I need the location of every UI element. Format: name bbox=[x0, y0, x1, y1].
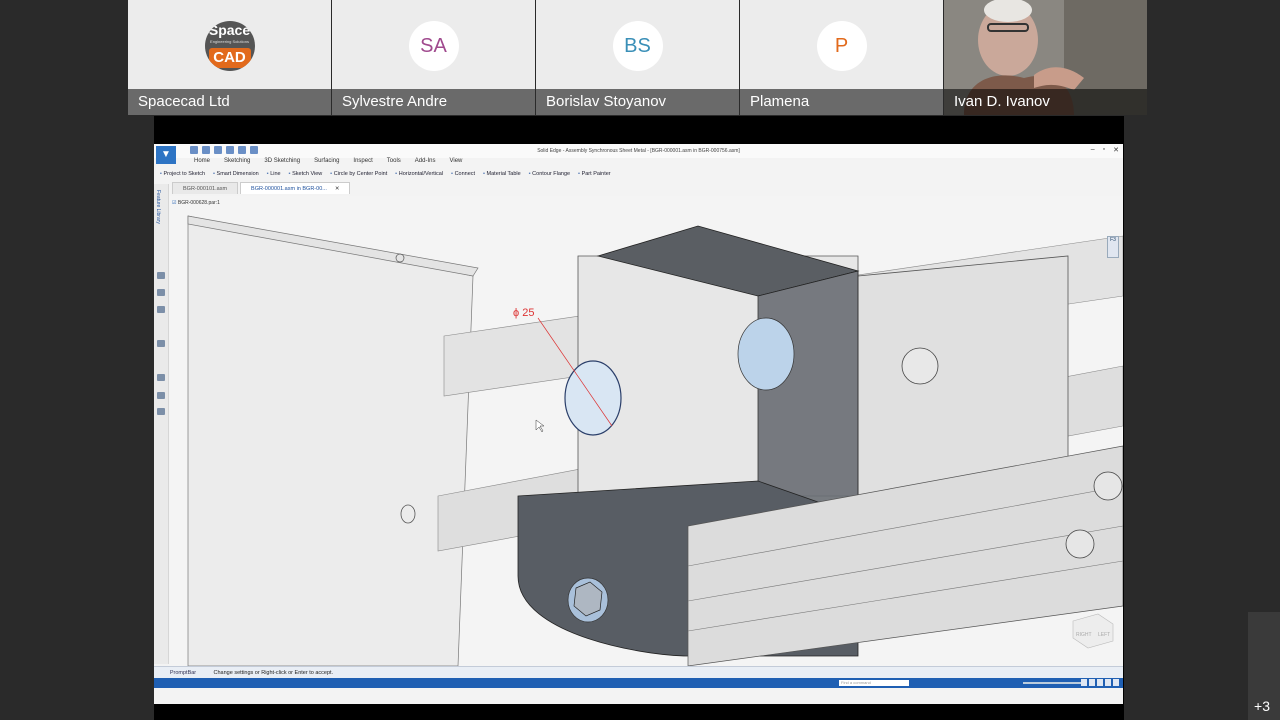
connect-button[interactable]: Connect bbox=[451, 171, 476, 177]
save-icon[interactable] bbox=[214, 146, 222, 154]
maximize-icon[interactable]: ▫ bbox=[1103, 146, 1105, 154]
dimension-label[interactable]: ϕ 25 bbox=[513, 307, 534, 319]
tab-3d-sketching[interactable]: 3D Sketching bbox=[264, 158, 300, 164]
window-controls: – ▫ ✕ bbox=[1091, 146, 1119, 154]
material-table-button[interactable]: Material Table bbox=[483, 171, 521, 177]
open-icon[interactable] bbox=[202, 146, 210, 154]
prompt-text: Change settings or Right-click or Enter … bbox=[213, 670, 334, 676]
redo-icon[interactable] bbox=[238, 146, 246, 154]
status-bar: Find a command bbox=[154, 678, 1123, 688]
window-title: Solid Edge - Assembly Synchronous Sheet … bbox=[154, 144, 1123, 158]
contour-flange-button[interactable]: Contour Flange bbox=[529, 171, 570, 177]
participant-tile-sylvestre[interactable]: SA Sylvestre Andre bbox=[332, 0, 535, 115]
tab-sketching[interactable]: Sketching bbox=[224, 158, 250, 164]
participant-name: Sylvestre Andre bbox=[332, 89, 535, 115]
tab-view[interactable]: View bbox=[449, 158, 462, 164]
assembly-model: RIGHT LEFT ϕ 25 bbox=[168, 196, 1123, 667]
participant-name: Ivan D. Ivanov bbox=[944, 89, 1147, 115]
command-bar: Project to Sketch Smart Dimension Line S… bbox=[160, 171, 611, 177]
participant-name: Plamena bbox=[740, 89, 943, 115]
zoom-slider[interactable] bbox=[1023, 682, 1083, 684]
view-cube-right-label[interactable]: RIGHT bbox=[1076, 632, 1092, 638]
view-icon[interactable] bbox=[1113, 679, 1119, 686]
tree-item[interactable]: BGR-000628.par:1 bbox=[172, 200, 220, 206]
tab-surfacing[interactable]: Surfacing bbox=[314, 158, 339, 164]
tool-icon[interactable] bbox=[157, 392, 165, 399]
solid-edge-window: Solid Edge - Assembly Synchronous Sheet … bbox=[154, 144, 1123, 704]
avatar: SA bbox=[408, 21, 459, 71]
feature-library-label[interactable]: Feature Library bbox=[155, 190, 161, 224]
participant-name: Spacecad Ltd bbox=[128, 89, 331, 115]
left-toolbar: Feature Library bbox=[154, 184, 169, 664]
tool-icon[interactable] bbox=[157, 340, 165, 347]
close-tab-icon[interactable]: ✕ bbox=[335, 186, 340, 192]
tool-icon[interactable] bbox=[157, 272, 165, 279]
close-icon[interactable]: ✕ bbox=[1113, 146, 1119, 154]
tool-icon[interactable] bbox=[157, 408, 165, 415]
project-to-sketch-button[interactable]: Project to Sketch bbox=[160, 171, 205, 177]
application-button[interactable]: ▼ bbox=[156, 146, 176, 164]
undo-icon[interactable] bbox=[226, 146, 234, 154]
shared-screen: Solid Edge - Assembly Synchronous Sheet … bbox=[154, 116, 1124, 720]
document-tabs: BGR-000101.asm BGR-000001.asm in BGR-00.… bbox=[172, 182, 352, 194]
more-participants-count[interactable]: +3 bbox=[1254, 698, 1270, 714]
tool-icon[interactable] bbox=[157, 289, 165, 296]
command-search-input[interactable]: Find a command bbox=[839, 680, 909, 686]
ribbon-tabs: Home Sketching 3D Sketching Surfacing In… bbox=[194, 158, 462, 164]
lock-f3-indicator[interactable]: F3 bbox=[1107, 236, 1119, 258]
pan-icon[interactable] bbox=[1097, 679, 1103, 686]
tab-add-ins[interactable]: Add-Ins bbox=[415, 158, 436, 164]
participant-tile-spacecad[interactable]: Space Engineering Solutions CAD Spacecad… bbox=[128, 0, 331, 115]
participant-name: Borislav Stoyanov bbox=[536, 89, 739, 115]
tool-icon[interactable] bbox=[157, 306, 165, 313]
quick-access-toolbar bbox=[190, 146, 258, 154]
status-icons bbox=[1081, 679, 1119, 686]
participant-tile-borislav[interactable]: BS Borislav Stoyanov bbox=[536, 0, 739, 115]
participant-tile-ivan[interactable]: Ivan D. Ivanov bbox=[944, 0, 1147, 115]
horizontal-vertical-button[interactable]: Horizontal/Vertical bbox=[395, 171, 443, 177]
print-icon[interactable] bbox=[250, 146, 258, 154]
participant-tile-plamena[interactable]: P Plamena bbox=[740, 0, 943, 115]
new-icon[interactable] bbox=[190, 146, 198, 154]
sketch-view-button[interactable]: Sketch View bbox=[289, 171, 322, 177]
3d-viewport[interactable]: RIGHT LEFT ϕ 25 bbox=[168, 196, 1123, 667]
pathfinder-tree: BGR-000628.par:1 bbox=[172, 200, 220, 206]
circle-center-button[interactable]: Circle by Center Point bbox=[330, 171, 388, 177]
part-painter-button[interactable]: Part Painter bbox=[578, 171, 611, 177]
doc-tab[interactable]: BGR-000101.asm bbox=[172, 182, 239, 194]
avatar: P bbox=[816, 21, 867, 71]
doc-tab-active[interactable]: BGR-000001.asm in BGR-00... ✕ bbox=[240, 182, 351, 194]
avatar: BS bbox=[612, 21, 663, 71]
participant-strip: Space Engineering Solutions CAD Spacecad… bbox=[128, 0, 1149, 115]
rotate-icon[interactable] bbox=[1105, 679, 1111, 686]
tab-inspect[interactable]: Inspect bbox=[353, 158, 372, 164]
minimize-icon[interactable]: – bbox=[1091, 146, 1095, 154]
view-cube-left-label[interactable]: LEFT bbox=[1098, 632, 1110, 638]
tab-home[interactable]: Home bbox=[194, 158, 210, 164]
spacecad-logo: Space Engineering Solutions CAD bbox=[204, 21, 255, 71]
zoom-icon[interactable] bbox=[1089, 679, 1095, 686]
tool-icon[interactable] bbox=[157, 374, 165, 381]
fit-icon[interactable] bbox=[1081, 679, 1087, 686]
tab-tools[interactable]: Tools bbox=[387, 158, 401, 164]
smart-dimension-button[interactable]: Smart Dimension bbox=[213, 171, 259, 177]
line-button[interactable]: Line bbox=[267, 171, 280, 177]
